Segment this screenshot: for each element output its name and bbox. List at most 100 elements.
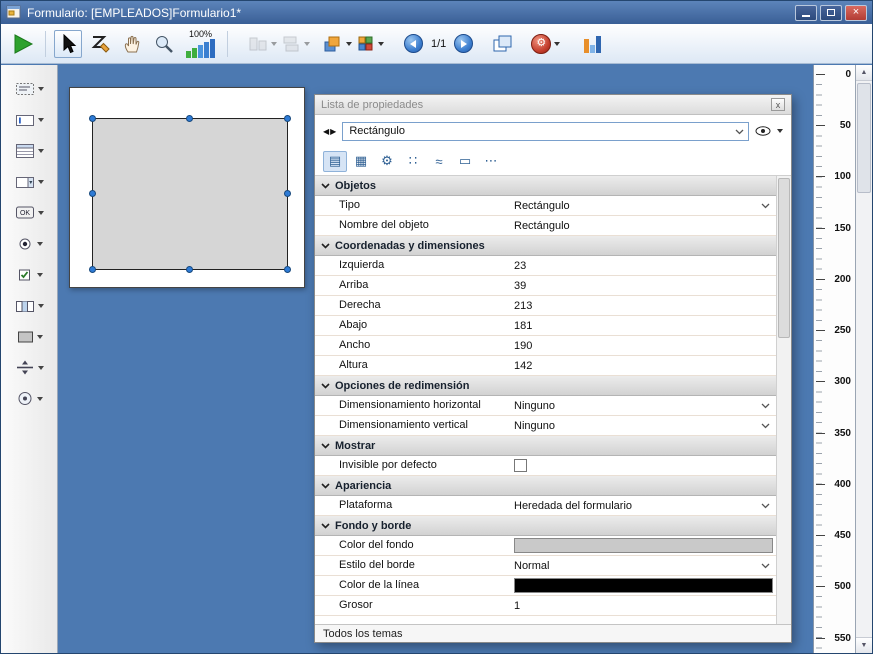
- editor-scrollbar[interactable]: ▲ ▼: [855, 65, 872, 653]
- next-page-button[interactable]: [454, 34, 473, 53]
- panel-scrollbar-thumb[interactable]: [778, 178, 790, 338]
- estilo-borde-dropdown[interactable]: Normal: [512, 556, 773, 575]
- chevron-down-icon[interactable]: [38, 366, 44, 370]
- button-grid-tool[interactable]: [1, 290, 57, 321]
- selection-handle-ne[interactable]: [284, 115, 291, 122]
- selection-handle-se[interactable]: [284, 266, 291, 273]
- dim-vertical-dropdown[interactable]: Ninguno: [512, 416, 773, 435]
- form-method-button[interactable]: ⚙: [531, 30, 560, 58]
- tab-more[interactable]: ⋯: [479, 151, 503, 172]
- color-tool-button[interactable]: [356, 30, 384, 58]
- property-row-altura: Altura 142: [315, 356, 776, 376]
- selection-handle-w[interactable]: [89, 190, 96, 197]
- scroll-up-button[interactable]: ▲: [856, 65, 872, 81]
- close-button[interactable]: ×: [845, 5, 867, 21]
- tab-events[interactable]: ≈: [427, 151, 451, 172]
- static-text-tool[interactable]: [1, 73, 57, 104]
- chevron-down-icon[interactable]: [38, 149, 44, 153]
- izquierda-field[interactable]: 23: [512, 256, 773, 275]
- button-tool[interactable]: OK: [1, 197, 57, 228]
- combo-box-icon: [15, 174, 35, 190]
- chevron-down-icon[interactable]: [37, 397, 43, 401]
- selection-handle-n[interactable]: [186, 115, 193, 122]
- section-header-coordenadas[interactable]: Coordenadas y dimensiones: [315, 236, 776, 256]
- panel-scrollbar[interactable]: [776, 176, 791, 624]
- entry-order-tool-button[interactable]: [86, 30, 114, 58]
- property-value: Heredada del formulario: [514, 500, 632, 512]
- combo-box-tool[interactable]: [1, 166, 57, 197]
- chevron-down-icon[interactable]: [38, 304, 44, 308]
- background-color-swatch[interactable]: [514, 538, 773, 553]
- section-header-objetos[interactable]: Objetos: [315, 176, 776, 196]
- tab-data-source[interactable]: ∷: [401, 151, 425, 172]
- tab-properties-list[interactable]: ▤: [323, 151, 347, 172]
- chevron-down-icon[interactable]: [37, 273, 43, 277]
- property-label: Derecha: [339, 299, 381, 311]
- hand-tool-button[interactable]: [118, 30, 146, 58]
- property-label: Ancho: [339, 339, 370, 351]
- previous-page-button[interactable]: [404, 34, 423, 53]
- layer-order-button[interactable]: [322, 30, 352, 58]
- tab-control-tool[interactable]: [1, 383, 57, 414]
- tab-display[interactable]: ▭: [453, 151, 477, 172]
- section-header-redimension[interactable]: Opciones de redimensión: [315, 376, 776, 396]
- run-form-button[interactable]: [9, 30, 37, 58]
- tab-images[interactable]: ▦: [349, 151, 373, 172]
- chevron-down-icon[interactable]: [38, 180, 44, 184]
- tipo-dropdown[interactable]: Rectángulo: [512, 196, 773, 215]
- minimize-button[interactable]: [795, 5, 817, 21]
- fields-list-button[interactable]: [578, 30, 606, 58]
- property-row-tipo: Tipo Rectángulo: [315, 196, 776, 216]
- selection-handle-nw[interactable]: [89, 115, 96, 122]
- panel-close-button[interactable]: x: [771, 98, 785, 111]
- form-canvas[interactable]: [69, 87, 305, 288]
- visibility-menu-button[interactable]: [755, 126, 783, 136]
- selection-handle-s[interactable]: [186, 266, 193, 273]
- object-selector-dropdown[interactable]: Rectángulo: [342, 122, 749, 141]
- listbox-tool[interactable]: [1, 135, 57, 166]
- section-header-fondo-borde[interactable]: Fondo y borde: [315, 516, 776, 536]
- zoom-tool-button[interactable]: [150, 30, 178, 58]
- maximize-button[interactable]: [820, 5, 842, 21]
- altura-field[interactable]: 142: [512, 356, 773, 375]
- invisible-checkbox[interactable]: [514, 459, 527, 472]
- chevron-down-icon[interactable]: [38, 211, 44, 215]
- line-color-swatch[interactable]: [514, 578, 773, 593]
- chevron-down-icon[interactable]: [38, 118, 44, 122]
- plataforma-dropdown[interactable]: Heredada del formulario: [512, 496, 773, 515]
- form-pages-button[interactable]: [489, 30, 517, 58]
- dim-horizontal-dropdown[interactable]: Ninguno: [512, 396, 773, 415]
- pointer-tool-button[interactable]: [54, 30, 82, 58]
- section-header-mostrar[interactable]: Mostrar: [315, 436, 776, 456]
- checkbox-tool[interactable]: [1, 259, 57, 290]
- zoom-level-widget[interactable]: 100%: [186, 29, 215, 58]
- section-header-apariencia[interactable]: Apariencia: [315, 476, 776, 496]
- panel-titlebar[interactable]: Lista de propiedades x: [315, 95, 791, 115]
- grosor-field[interactable]: 1: [512, 596, 773, 615]
- next-object-button[interactable]: ▶: [330, 127, 336, 136]
- tab-settings[interactable]: ⚙: [375, 151, 399, 172]
- chevron-down-icon[interactable]: [38, 87, 44, 91]
- ancho-field[interactable]: 190: [512, 336, 773, 355]
- input-field-tool[interactable]: [1, 104, 57, 135]
- scrollbar-thumb[interactable]: [857, 83, 871, 193]
- arriba-field[interactable]: 39: [512, 276, 773, 295]
- selected-rectangle-object[interactable]: [92, 118, 288, 270]
- object-name-field[interactable]: Rectángulo: [512, 216, 773, 235]
- selection-handle-e[interactable]: [284, 190, 291, 197]
- property-label: Dimensionamiento horizontal: [339, 399, 481, 411]
- previous-object-button[interactable]: ◀: [323, 127, 329, 136]
- window-controls: ×: [795, 5, 867, 21]
- radio-button-tool[interactable]: [1, 228, 57, 259]
- arrow-right-icon: [461, 40, 467, 48]
- chevron-down-icon[interactable]: [37, 335, 43, 339]
- abajo-field[interactable]: 181: [512, 316, 773, 335]
- selection-handle-sw[interactable]: [89, 266, 96, 273]
- rectangle-tool[interactable]: [1, 321, 57, 352]
- ruler-label: 250: [834, 325, 851, 337]
- scroll-down-button[interactable]: ▼: [856, 637, 872, 653]
- derecha-field[interactable]: 213: [512, 296, 773, 315]
- chevron-down-icon[interactable]: [37, 242, 43, 246]
- property-row-izquierda: Izquierda 23: [315, 256, 776, 276]
- splitter-tool[interactable]: [1, 352, 57, 383]
